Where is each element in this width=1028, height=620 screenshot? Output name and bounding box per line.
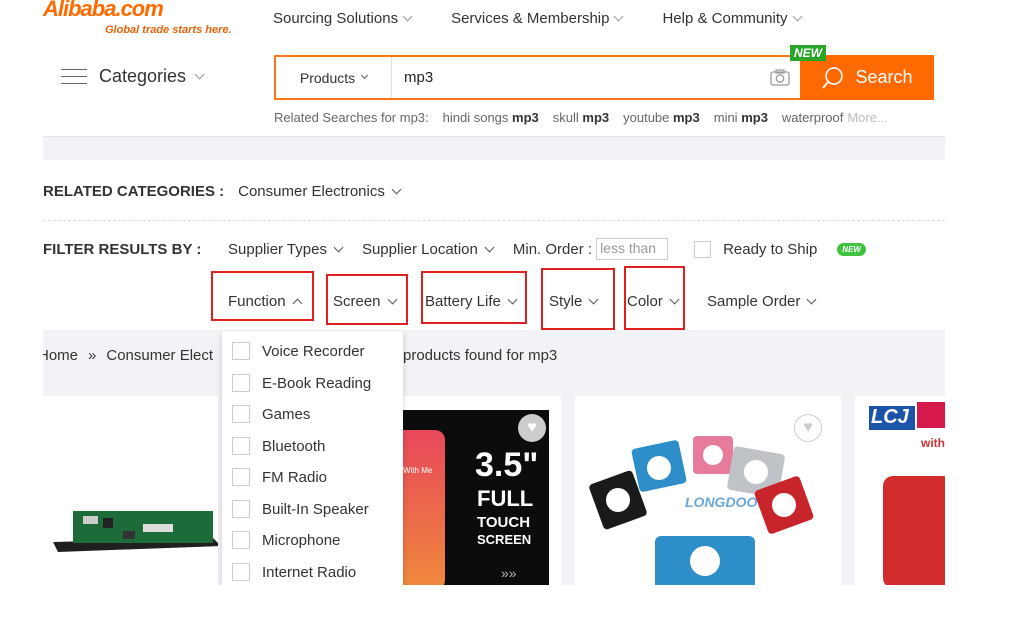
related-categories: RELATED CATEGORIES : Consumer Electronic… [43,183,402,200]
filter-min-order: Min. Order : less than [513,238,669,260]
related-categories-label: RELATED CATEGORIES : [43,183,225,200]
option-checkbox[interactable] [232,374,250,392]
ready-to-ship-checkbox[interactable] [694,240,712,258]
chevron-down-icon [361,71,369,80]
search-category-select[interactable]: Products [276,57,392,98]
chevron-down-icon [806,294,817,305]
function-option[interactable]: Voice Recorder [232,342,365,360]
chevron-down-icon [484,242,495,252]
chevron-down-icon [194,69,205,80]
chevron-down-icon [333,242,344,252]
related-category-dropdown[interactable]: Consumer Electronics [238,183,402,200]
search-bar: Products mp3 NEW Search [274,45,934,100]
related-search-link[interactable]: skull mp3 [553,110,609,125]
function-option[interactable]: E-Book Reading [232,374,371,392]
product-card[interactable]: With Me 3.5" FULL TOUCH SCREEN »» ♥ [403,396,561,585]
top-nav: Sourcing Solutions Services & Membership… [273,10,802,27]
breadcrumb-home[interactable]: Home [43,347,78,364]
chevron-down-icon [614,11,624,22]
breadcrumb-separator: » [88,347,97,364]
heart-icon[interactable]: ♥ [794,414,822,442]
search-icon [822,66,844,89]
product-card[interactable] [43,396,218,585]
nav-services-membership[interactable]: Services & Membership [451,10,624,27]
filter-supplier-types[interactable]: Supplier Types [228,241,344,258]
highlight-box [421,271,527,324]
related-searches-label: Related Searches for mp3: [274,110,429,125]
list-menu-icon [61,68,89,86]
header-divider-band [43,136,945,160]
breadcrumb-category[interactable]: Consumer Elect [106,347,213,364]
function-option[interactable]: Built-In Speaker [232,500,369,518]
page-canvas: Alibaba.com Global trade starts here. So… [43,0,945,585]
filter-row: FILTER RESULTS BY : Supplier Types Suppl… [43,238,886,260]
alibaba-logo[interactable]: Alibaba.com Global trade starts here. [43,0,253,40]
highlight-box [541,268,615,330]
function-option[interactable]: Internet Radio [232,563,356,581]
product-image [53,511,218,552]
filter-supplier-location[interactable]: Supplier Location [362,241,495,258]
highlight-box [326,274,408,325]
categories-label: Categories [99,66,187,86]
camera-search-icon[interactable] [760,57,800,98]
search-button[interactable]: NEW Search [790,45,934,100]
option-checkbox[interactable] [232,342,250,360]
chevron-down-icon [792,11,802,22]
divider [43,220,945,221]
nav-help-community[interactable]: Help & Community [662,10,802,27]
option-checkbox[interactable] [232,531,250,549]
filter-sample-order[interactable]: Sample Order [707,293,817,310]
product-image [883,476,945,585]
related-more-link[interactable]: More... [847,110,887,125]
option-checkbox[interactable] [232,563,250,581]
function-option[interactable]: Games [232,405,310,423]
option-checkbox[interactable] [232,500,250,518]
product-card[interactable]: LCJ with [855,396,945,585]
chevrons-icon: »» [501,565,517,581]
function-dropdown: Voice Recorder E-Book Reading Games Blue… [222,331,403,585]
function-option[interactable]: Microphone [232,531,340,549]
function-option[interactable]: Bluetooth [232,437,325,455]
highlight-box [211,271,314,321]
new-badge: NEW [790,45,826,61]
highlight-box [624,266,685,330]
categories-menu[interactable]: Categories [61,66,205,87]
product-card[interactable]: LONGDOO ♥ [575,396,841,585]
search-input[interactable]: mp3 [392,57,760,98]
chevron-down-icon [402,11,413,22]
option-checkbox[interactable] [232,468,250,486]
product-grid: With Me 3.5" FULL TOUCH SCREEN »» ♥ LONG… [43,394,945,585]
related-search-link[interactable]: waterproof [782,110,843,125]
new-badge: NEW [837,242,866,256]
heart-icon[interactable]: ♥ [518,414,546,442]
product-brand: LCJ [871,406,909,428]
breadcrumb: Home » Consumer Elect [43,347,213,364]
related-searches: Related Searches for mp3: hindi songs mp… [274,110,888,125]
filter-label: FILTER RESULTS BY : [43,240,202,258]
function-option[interactable]: FM Radio [232,468,327,486]
related-search-link[interactable]: hindi songs mp3 [443,110,539,125]
nav-sourcing-solutions[interactable]: Sourcing Solutions [273,10,413,27]
min-order-input[interactable]: less than [596,238,669,260]
product-brand: LONGDOO [685,494,758,510]
option-checkbox[interactable] [232,437,250,455]
related-search-link[interactable]: mini mp3 [714,110,768,125]
logo-tagline: Global trade starts here. [105,24,232,36]
chevron-down-icon [391,184,402,195]
option-checkbox[interactable] [232,405,250,423]
related-search-link[interactable]: youtube mp3 [623,110,700,125]
logo-wordmark: Alibaba.com [43,0,164,21]
results-count: products found for mp3 [403,347,558,364]
filter-ready-to-ship[interactable]: Ready to Ship NEW [694,240,866,258]
